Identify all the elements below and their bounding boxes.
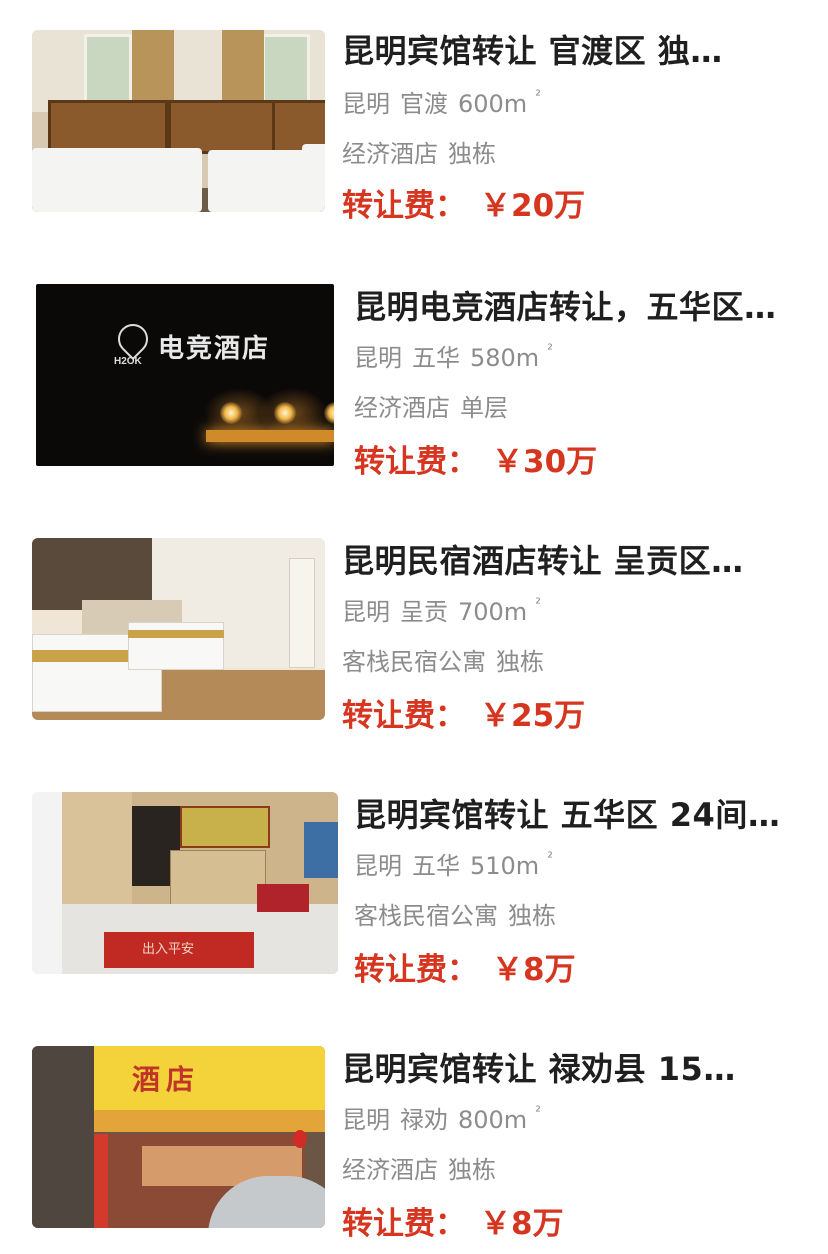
listing-title[interactable]: 昆明宾馆转让 五华区 24间… xyxy=(354,790,780,836)
price-value: ￥25万 xyxy=(480,698,586,734)
listing-building: 单层 xyxy=(460,394,508,422)
listing-type: 客栈民宿公寓 xyxy=(354,902,498,930)
listing-meta: 昆明 官渡 600m ² xyxy=(342,84,561,119)
listing-area: 510m ² xyxy=(470,850,553,880)
price-label: 转让费： xyxy=(342,188,466,224)
logo-icon xyxy=(111,317,155,361)
listing-area: 600m ² xyxy=(458,88,541,118)
listing-area: 800m ² xyxy=(458,1104,541,1134)
listing-district: 呈贡 xyxy=(400,598,448,626)
listing-type: 经济酒店 xyxy=(342,140,438,168)
listing-district: 五华 xyxy=(412,852,460,880)
price-label: 转让费： xyxy=(342,698,466,734)
price-value: ￥30万 xyxy=(492,444,598,480)
listing-price: 转让费： ￥20万 xyxy=(342,180,585,225)
listing-tags: 经济酒店 单层 xyxy=(354,388,518,423)
listing-city: 昆明 xyxy=(342,1106,390,1134)
listing-thumbnail[interactable]: 出入平安 xyxy=(32,792,338,974)
listing-area: 580m ² xyxy=(470,342,553,372)
listing-price: 转让费： ￥30万 xyxy=(354,436,597,481)
listing-area: 700m ² xyxy=(458,596,541,626)
listing-thumbnail[interactable] xyxy=(32,538,325,720)
price-label: 转让费： xyxy=(354,444,478,480)
listing-building: 独栋 xyxy=(508,902,556,930)
listing-district: 五华 xyxy=(412,344,460,372)
listing-thumbnail[interactable]: 酒店 xyxy=(32,1046,325,1228)
listing-city: 昆明 xyxy=(354,852,402,880)
listing-district: 禄劝 xyxy=(400,1106,448,1134)
listing-tags: 经济酒店 独栋 xyxy=(342,1150,506,1185)
price-value: ￥20万 xyxy=(480,188,586,224)
listing-thumbnail[interactable]: H2OK 电竞酒店 xyxy=(36,284,334,466)
price-label: 转让费： xyxy=(342,1206,466,1242)
listing-title[interactable]: 昆明电竞酒店转让，五华区… xyxy=(354,282,777,328)
listing-type: 客栈民宿公寓 xyxy=(342,648,486,676)
listing-item[interactable]: 出入平安 昆明宾馆转让 五华区 24间… 昆明 五华 510m ² 客栈民宿公寓 独栋 … xyxy=(0,762,828,1016)
listing-meta: 昆明 五华 510m ² xyxy=(354,846,573,881)
listing-district: 官渡 xyxy=(400,90,448,118)
price-value: ￥8万 xyxy=(492,952,576,988)
listing-item[interactable]: H2OK 电竞酒店 昆明电竞酒店转让，五华区… 昆明 五华 580m ² 经济酒店 单层… xyxy=(0,254,828,508)
listing-item[interactable]: 昆明宾馆转让 官渡区 独… 昆明 官渡 600m ² 经济酒店 独栋 转让费： ￥20万 xyxy=(0,0,828,254)
listing-title[interactable]: 昆明宾馆转让 禄劝县 15… xyxy=(342,1044,736,1090)
listing-price: 转让费： ￥8万 xyxy=(342,1198,564,1243)
listing-type: 经济酒店 xyxy=(342,1156,438,1184)
listing-tags: 客栈民宿公寓 独栋 xyxy=(342,642,554,677)
listing-building: 独栋 xyxy=(496,648,544,676)
listing-tags: 客栈民宿公寓 独栋 xyxy=(354,896,566,931)
listing-building: 独栋 xyxy=(448,1156,496,1184)
price-value: ￥8万 xyxy=(480,1206,564,1242)
listing-title[interactable]: 昆明民宿酒店转让 呈贡区… xyxy=(342,536,744,582)
listing-meta: 昆明 禄劝 800m ² xyxy=(342,1100,561,1135)
listing-meta: 昆明 五华 580m ² xyxy=(354,338,573,373)
listing-item[interactable]: 昆明民宿酒店转让 呈贡区… 昆明 呈贡 700m ² 客栈民宿公寓 独栋 转让费： ￥25… xyxy=(0,508,828,762)
listing-city: 昆明 xyxy=(354,344,402,372)
listing-tags: 经济酒店 独栋 xyxy=(342,134,506,169)
listing-item[interactable]: 酒店 昆明宾馆转让 禄劝县 15… 昆明 禄劝 800m ² 经济酒店 独栋 转让费： ￥… xyxy=(0,1016,828,1254)
listing-city: 昆明 xyxy=(342,598,390,626)
listing-meta: 昆明 呈贡 700m ² xyxy=(342,592,561,627)
listing-type: 经济酒店 xyxy=(354,394,450,422)
listing-title[interactable]: 昆明宾馆转让 官渡区 独… xyxy=(342,26,723,72)
listing-price: 转让费： ￥25万 xyxy=(342,690,585,735)
listing-price: 转让费： ￥8万 xyxy=(354,944,576,989)
price-label: 转让费： xyxy=(354,952,478,988)
listing-building: 独栋 xyxy=(448,140,496,168)
listing-thumbnail[interactable] xyxy=(32,30,325,212)
listing-city: 昆明 xyxy=(342,90,390,118)
